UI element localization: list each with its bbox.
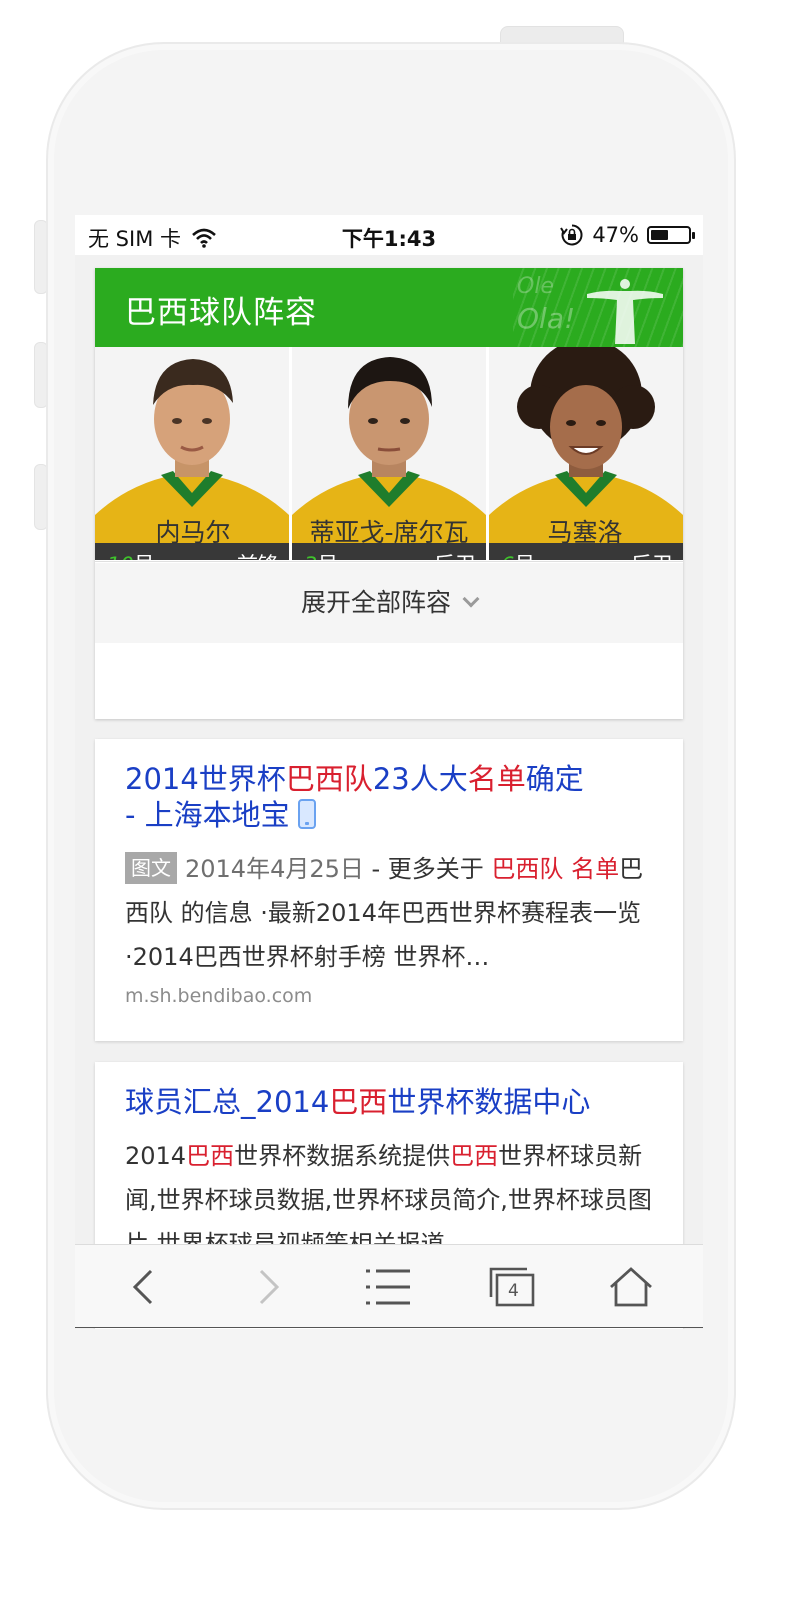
result-url: m.sh.bendibao.com bbox=[125, 985, 313, 1007]
expand-lineup-button[interactable]: 展开全部阵容 bbox=[95, 563, 683, 643]
list-icon bbox=[366, 1269, 410, 1305]
header-decor-ola: Ola! bbox=[517, 302, 576, 335]
battery-percent: 47% bbox=[592, 223, 639, 247]
lineup-card: Ole Ola! 巴西球队阵容 内马尔 蒂亚戈-席尔瓦 马塞洛 展开全部阵容 bbox=[95, 268, 683, 719]
menu-button[interactable] bbox=[348, 1245, 428, 1329]
home-icon bbox=[610, 1267, 652, 1307]
browser-toolbar: 4 bbox=[75, 1244, 703, 1328]
home-button[interactable] bbox=[591, 1245, 671, 1329]
player-name-3[interactable]: 马塞洛 bbox=[487, 504, 683, 561]
search-result-1: 2014世界杯巴西队23人大名单确定 - 上海本地宝 图文 2014年4月25日 … bbox=[95, 739, 683, 1041]
result-title-link[interactable]: 球员汇总_2014巴西世界杯数据中心 bbox=[125, 1084, 653, 1120]
status-right: 47% bbox=[560, 223, 695, 247]
rotation-lock-icon bbox=[560, 224, 583, 246]
christ-statue-icon bbox=[587, 279, 663, 344]
header-decor-ole: Ole bbox=[517, 274, 554, 299]
chevron-down-icon bbox=[462, 590, 480, 608]
lineup-header[interactable]: Ole Ola! 巴西球队阵容 bbox=[95, 268, 683, 347]
tab-count: 4 bbox=[508, 1281, 519, 1301]
forward-button[interactable] bbox=[229, 1245, 309, 1329]
battery-icon bbox=[647, 226, 695, 244]
result-title-link[interactable]: 2014世界杯巴西队23人大名单确定 - 上海本地宝 bbox=[125, 761, 653, 833]
battery-fill bbox=[651, 230, 668, 240]
phone-screen: 无 SIM 卡 下午1:43 47% Ole Ola! 巴西球队阵容 内马尔 蒂… bbox=[75, 215, 703, 1329]
player-names: 内马尔 蒂亚戈-席尔瓦 马塞洛 bbox=[95, 504, 683, 562]
status-bar: 无 SIM 卡 下午1:43 47% bbox=[75, 215, 703, 255]
result-snippet: 图文 2014年4月25日 - 更多关于 巴西队 名单巴西队 的信息 ·最新201… bbox=[125, 847, 653, 979]
player-name-2[interactable]: 蒂亚戈-席尔瓦 bbox=[291, 504, 487, 561]
media-tag: 图文 bbox=[125, 852, 177, 884]
back-button[interactable] bbox=[103, 1245, 183, 1329]
chevron-right-icon bbox=[259, 1269, 280, 1305]
tabs-button[interactable]: 4 bbox=[475, 1245, 555, 1329]
chevron-left-icon bbox=[132, 1269, 153, 1305]
result-date: 2014年4月25日 bbox=[185, 855, 364, 883]
player-name-1[interactable]: 内马尔 bbox=[95, 504, 291, 561]
expand-lineup-label: 展开全部阵容 bbox=[300, 588, 451, 617]
lineup-title: 巴西球队阵容 bbox=[125, 295, 317, 331]
mobile-site-icon bbox=[297, 799, 316, 829]
